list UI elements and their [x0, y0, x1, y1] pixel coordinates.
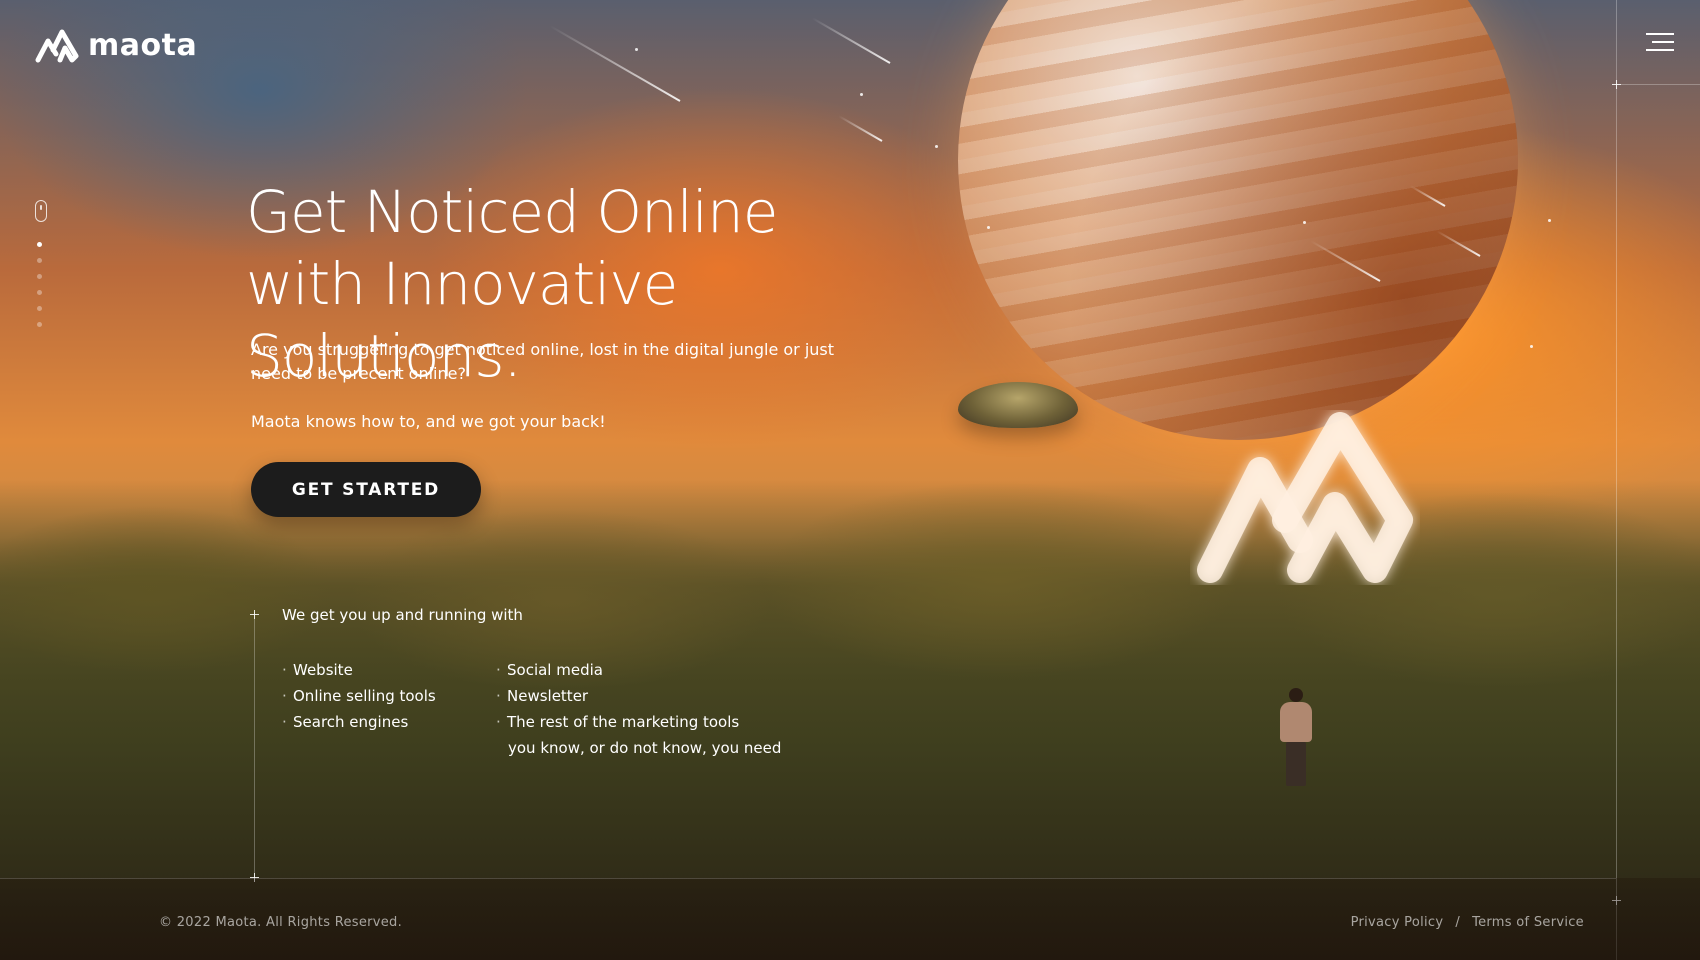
person-silhouette	[1286, 742, 1306, 786]
slide-dot-2[interactable]	[37, 258, 42, 263]
services-list-left: Website Online selling tools Search engi…	[282, 657, 436, 735]
star	[1303, 221, 1306, 224]
plus-marker-icon	[250, 610, 259, 619]
hamburger-menu-button[interactable]	[1646, 30, 1676, 54]
copyright-text: © 2022 Maota. All Rights Reserved.	[159, 915, 403, 930]
slide-dot-1[interactable]	[37, 242, 42, 247]
slide-dot-6[interactable]	[37, 322, 42, 327]
star	[635, 48, 638, 51]
footer-links: Privacy Policy / Terms of Service	[1351, 915, 1584, 930]
slide-dot-4[interactable]	[37, 290, 42, 295]
star	[987, 226, 990, 229]
brand-logo[interactable]: maota	[34, 26, 197, 64]
slide-pagination	[37, 242, 42, 327]
plus-marker-icon	[1612, 80, 1621, 89]
service-item-continuation: you know, or do not know, you need	[508, 739, 782, 757]
service-item: Social media	[496, 657, 781, 683]
brand-name: maota	[88, 27, 198, 63]
hamburger-menu-icon	[1646, 33, 1674, 51]
hero-title-line-1: Get Noticed Online	[246, 178, 778, 246]
services-list-right: Social media Newsletter The rest of the …	[496, 657, 781, 761]
hero-tagline: Maota knows how to, and we got your back…	[251, 412, 606, 431]
slide-dot-3[interactable]	[37, 274, 42, 279]
services-heading: We get you up and running with	[282, 606, 523, 624]
slide-dot-5[interactable]	[37, 306, 42, 311]
privacy-policy-link[interactable]: Privacy Policy	[1351, 915, 1444, 930]
guide-line	[1616, 0, 1617, 960]
mouse-scroll-icon	[35, 200, 47, 222]
service-item: Newsletter	[496, 683, 781, 709]
meteor	[838, 115, 883, 142]
star	[1530, 345, 1533, 348]
meteor	[811, 17, 891, 64]
floating-island	[958, 382, 1078, 428]
guide-line	[1616, 84, 1700, 85]
service-item: Online selling tools	[282, 683, 436, 709]
meteor	[549, 25, 681, 102]
terms-of-service-link[interactable]: Terms of Service	[1472, 915, 1584, 930]
star	[935, 145, 938, 148]
service-item: Website	[282, 657, 436, 683]
page: maota Get Noticed Online with Innovative…	[0, 0, 1700, 960]
planet-shadow	[958, 0, 1518, 440]
hero-description: Are you struggeling to get noticed onlin…	[251, 340, 835, 383]
guide-line	[254, 612, 255, 878]
star	[1548, 219, 1551, 222]
service-item: The rest of the marketing tools	[496, 709, 781, 735]
person-silhouette	[1289, 688, 1303, 702]
person-silhouette	[1280, 702, 1312, 742]
service-item: Search engines	[282, 709, 436, 735]
star	[860, 93, 863, 96]
maota-logo-icon	[35, 29, 79, 63]
footer-separator: /	[1455, 915, 1461, 930]
scene-logo-glow-icon	[1197, 412, 1413, 583]
get-started-button[interactable]: GET STARTED	[251, 462, 481, 517]
